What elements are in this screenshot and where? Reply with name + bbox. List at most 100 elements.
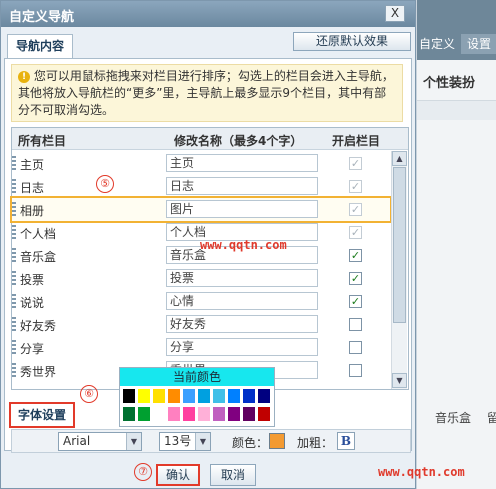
color-swatch[interactable]: [257, 406, 271, 422]
watermark-center: www.qqtn.com: [200, 238, 287, 252]
rename-input[interactable]: 好友秀: [166, 315, 318, 333]
color-swatch[interactable]: [152, 406, 166, 422]
header-rename: 修改名称（最多4个字）: [174, 134, 303, 148]
dialog-title: 自定义导航: [9, 10, 75, 25]
step-seven-marker: ⑦: [134, 463, 152, 481]
font-family-value: Arial: [63, 434, 91, 448]
row-label: 秀世界: [20, 365, 57, 379]
drag-handle-icon[interactable]: [12, 202, 16, 217]
chevron-down-icon: ▼: [195, 433, 210, 450]
row-label: 日志: [20, 181, 45, 195]
color-swatch[interactable]: [137, 388, 151, 404]
color-swatch[interactable]: [227, 388, 241, 404]
color-label: 颜色：: [232, 436, 269, 450]
list-row[interactable]: 说说 心情 ✓: [12, 290, 390, 313]
drag-handle-icon[interactable]: [12, 363, 16, 378]
drag-handle-icon[interactable]: [12, 340, 16, 355]
color-swatch[interactable]: [122, 388, 136, 404]
background-page: 自定义 设置 个性装扮 音乐盒 留: [416, 0, 496, 489]
enable-checkbox[interactable]: ✓: [349, 295, 362, 308]
color-swatch[interactable]: [167, 406, 181, 422]
drag-handle-icon[interactable]: [12, 271, 16, 286]
color-swatch[interactable]: [197, 388, 211, 404]
row-label: 投票: [20, 273, 45, 287]
list-scrollbar[interactable]: ▲ ▼: [391, 151, 407, 389]
color-swatch[interactable]: [137, 406, 151, 422]
drag-handle-icon[interactable]: [12, 317, 16, 332]
color-swatch[interactable]: [122, 406, 136, 422]
watermark-bottom: www.qqtn.com: [378, 465, 465, 479]
background-divider: [417, 100, 496, 120]
color-swatch[interactable]: [197, 406, 211, 422]
color-swatch[interactable]: [182, 388, 196, 404]
enable-checkbox: ✓: [349, 157, 362, 170]
color-swatch[interactable]: [257, 388, 271, 404]
scroll-up-icon[interactable]: ▲: [392, 151, 407, 166]
drag-handle-icon[interactable]: [12, 294, 16, 309]
color-swatch[interactable]: [182, 406, 196, 422]
enable-checkbox[interactable]: ✓: [349, 272, 362, 285]
confirm-button[interactable]: 确认: [156, 464, 200, 486]
list-row[interactable]: 日志 日志 ✓: [12, 175, 390, 198]
info-icon: !: [18, 70, 30, 83]
font-size-value: 13号: [164, 434, 192, 448]
row-label: 分享: [20, 342, 45, 356]
drag-handle-icon[interactable]: [12, 179, 16, 194]
list-row[interactable]: 主页 主页 ✓: [12, 152, 390, 175]
scroll-down-icon[interactable]: ▼: [392, 373, 407, 388]
step-five-marker: ⑤: [96, 175, 114, 193]
list-row[interactable]: 好友秀 好友秀: [12, 313, 390, 336]
font-settings-label: 字体设置: [9, 402, 75, 428]
color-swatch[interactable]: [212, 388, 226, 404]
font-size-select[interactable]: 13号 ▼: [159, 432, 211, 451]
list-header: 所有栏目 修改名称（最多4个字） 开启栏目: [12, 128, 408, 150]
cancel-button[interactable]: 取消: [210, 464, 256, 486]
drag-handle-icon[interactable]: [12, 248, 16, 263]
color-picker-button[interactable]: [269, 433, 285, 449]
enable-checkbox[interactable]: ✓: [349, 249, 362, 262]
scroll-thumb[interactable]: [393, 167, 406, 323]
list-row[interactable]: 投票 投票 ✓: [12, 267, 390, 290]
enable-checkbox[interactable]: [349, 364, 362, 377]
row-label: 说说: [20, 296, 45, 310]
bold-toggle-button[interactable]: B: [337, 432, 355, 450]
tip-text: 您可以用鼠标拖拽来对栏目进行排序；勾选上的栏目会进入主导航，其他将放入导航栏的“…: [18, 69, 394, 117]
rename-input[interactable]: 分享: [166, 338, 318, 356]
color-swatch[interactable]: [167, 388, 181, 404]
close-button[interactable]: X: [385, 5, 405, 22]
rename-input[interactable]: 主页: [166, 154, 318, 172]
enable-checkbox[interactable]: [349, 341, 362, 354]
restore-default-button[interactable]: 还原默认效果: [293, 32, 411, 51]
drag-handle-icon[interactable]: [12, 156, 16, 171]
color-swatch[interactable]: [152, 388, 166, 404]
row-label: 好友秀: [20, 319, 57, 333]
header-enable: 开启栏目: [332, 134, 381, 148]
current-color-label: 当前颜色: [120, 368, 274, 386]
row-label: 相册: [20, 204, 45, 218]
nav-custom-link[interactable]: 自定义: [417, 34, 457, 54]
drag-handle-icon[interactable]: [12, 225, 16, 240]
color-swatch[interactable]: [227, 406, 241, 422]
row-label: 主页: [20, 158, 45, 172]
rename-input[interactable]: 心情: [166, 292, 318, 310]
color-swatch[interactable]: [212, 406, 226, 422]
list-row[interactable]: 分享 分享: [12, 336, 390, 359]
row-label: 音乐盒: [20, 250, 57, 264]
enable-checkbox[interactable]: [349, 318, 362, 331]
background-heading: 个性装扮: [423, 76, 476, 91]
list-row[interactable]: 相册 图片 ✓: [10, 196, 392, 223]
tab-nav-content[interactable]: 导航内容: [7, 34, 73, 59]
chevron-down-icon: ▼: [126, 433, 141, 450]
rename-input[interactable]: 图片: [166, 200, 318, 218]
background-more-label: 留: [487, 411, 496, 425]
font-family-select[interactable]: Arial ▼: [58, 432, 142, 451]
color-swatch[interactable]: [242, 388, 256, 404]
nav-settings-link[interactable]: 设置: [461, 34, 496, 54]
color-swatch[interactable]: [242, 406, 256, 422]
rename-input[interactable]: 日志: [166, 177, 318, 195]
step-six-marker: ⑥: [80, 385, 98, 403]
bold-label: 加粗：: [297, 436, 334, 450]
background-music-label: 音乐盒: [435, 411, 472, 425]
row-label: 个人档: [20, 227, 57, 241]
rename-input[interactable]: 投票: [166, 269, 318, 287]
